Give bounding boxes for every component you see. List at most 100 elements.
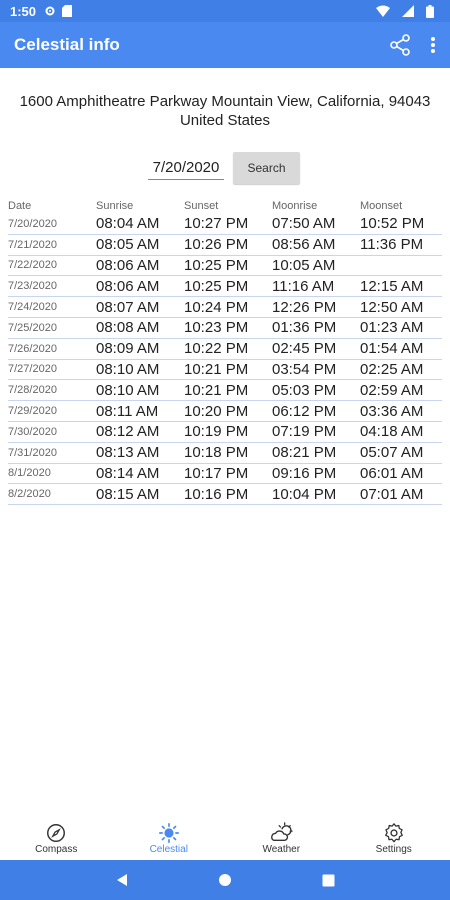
home-icon[interactable] — [218, 873, 232, 887]
cell-moonset: 01:54 AM — [360, 340, 424, 358]
nav-item-weather[interactable]: Weather — [225, 816, 338, 860]
cell-sunset: 10:21 PM — [184, 381, 249, 399]
cell-date: 7/23/2020 — [8, 280, 57, 293]
sd-card-status-icon — [62, 5, 73, 17]
cell-sunset: 10:18 PM — [184, 444, 249, 462]
table-row: 7/29/2020 08:11 AM 10:20 PM 06:12 PM 03:36 A… — [8, 401, 442, 422]
cell-moonset: 03:36 AM — [360, 402, 424, 420]
table-row: 7/25/2020 08:08 AM 10:23 PM 01:36 PM 01:23 A… — [8, 318, 442, 339]
cell-sunset: 10:20 PM — [184, 402, 249, 420]
cell-moonset: 07:01 AM — [360, 485, 424, 503]
cell-moonrise: 10:04 PM — [272, 485, 337, 503]
cell-sunrise: 08:05 AM — [96, 236, 160, 254]
cell-moonset: 11:36 PM — [360, 236, 424, 254]
header-sunset: Sunset — [184, 199, 219, 212]
signal-icon — [402, 5, 414, 17]
compass-icon — [45, 822, 67, 844]
gear-icon — [383, 822, 405, 844]
table-row: 7/30/2020 08:12 AM 10:19 PM 07:19 PM 04:18 A… — [8, 422, 442, 443]
location-address: 1600 Amphitheatre Parkway Mountain View,… — [0, 92, 450, 130]
cell-sunrise: 08:12 AM — [96, 423, 160, 441]
table-header: Date Sunrise Sunset Moonrise Moonset — [8, 197, 442, 214]
cell-date: 7/20/2020 — [8, 217, 57, 230]
cell-date: 7/22/2020 — [8, 259, 57, 272]
more-options-icon[interactable] — [430, 35, 436, 55]
cell-sunrise: 08:06 AM — [96, 277, 160, 295]
cell-sunrise: 08:08 AM — [96, 319, 160, 337]
table-row: 7/20/2020 08:04 AM 10:27 PM 07:50 AM 10:52 P… — [8, 214, 442, 235]
table-row: 7/21/2020 08:05 AM 10:26 PM 08:56 AM 11:36 P… — [8, 235, 442, 256]
cell-date: 7/31/2020 — [8, 446, 57, 459]
cell-date: 7/29/2020 — [8, 405, 57, 418]
cell-sunrise: 08:06 AM — [96, 256, 160, 274]
cell-sunset: 10:17 PM — [184, 464, 249, 482]
table-row: 7/26/2020 08:09 AM 10:22 PM 02:45 PM 01:54 A… — [8, 339, 442, 360]
cell-sunrise: 08:10 AM — [96, 360, 160, 378]
table-row: 7/23/2020 08:06 AM 10:25 PM 11:16 AM 12:15 A… — [8, 276, 442, 298]
table-row: 7/27/2020 08:10 AM 10:21 PM 03:54 PM 02:25 A… — [8, 360, 442, 381]
cell-sunrise: 08:07 AM — [96, 298, 160, 316]
table-row: 7/31/2020 08:13 AM 10:18 PM 08:21 PM 05:07 A… — [8, 443, 442, 464]
bottom-navigation: Compass Celestial Weather Settings — [0, 816, 450, 860]
cell-moonset: 12:50 AM — [360, 298, 424, 316]
header-date: Date — [8, 199, 32, 212]
cell-moonrise: 12:26 PM — [272, 298, 337, 316]
cell-moonset: 05:07 AM — [360, 444, 424, 462]
cell-moonset: 10:52 PM — [360, 215, 425, 233]
cell-sunset: 10:26 PM — [184, 236, 249, 254]
cell-date: 7/28/2020 — [8, 384, 57, 397]
cell-moonset: 02:25 AM — [360, 360, 424, 378]
search-row: Search — [0, 152, 450, 184]
nav-label-settings: Settings — [375, 843, 412, 855]
battery-icon — [426, 4, 434, 18]
header-sunrise: Sunrise — [96, 199, 134, 212]
cell-date: 7/24/2020 — [8, 301, 57, 314]
date-input[interactable] — [148, 156, 224, 180]
nav-item-celestial[interactable]: Celestial — [113, 816, 226, 860]
share-icon[interactable] — [388, 33, 412, 57]
cell-sunrise: 08:14 AM — [96, 464, 160, 482]
cell-moonset: 12:15 AM — [360, 277, 424, 295]
cell-sunrise: 08:10 AM — [96, 381, 160, 399]
nav-label-weather: Weather — [262, 843, 301, 855]
table-row: 8/2/2020 08:15 AM 10:16 PM 10:04 PM 07:01 AM — [8, 484, 442, 506]
cell-moonrise: 10:05 AM — [272, 256, 336, 274]
cell-sunset: 10:25 PM — [184, 256, 249, 274]
cell-sunrise: 08:09 AM — [96, 340, 160, 358]
cell-date: 8/1/2020 — [8, 467, 51, 480]
header-moonrise: Moonrise — [272, 199, 318, 212]
cell-moonset: 04:18 AM — [360, 423, 424, 441]
table-row: 7/28/2020 08:10 AM 10:21 PM 05:03 PM 02:59 A… — [8, 380, 442, 402]
app-bar: Celestial info — [0, 22, 450, 68]
address-line-2: United States — [179, 112, 271, 129]
cell-sunrise: 08:11 AM — [96, 402, 159, 420]
nav-item-settings[interactable]: Settings — [338, 816, 450, 860]
nav-item-compass[interactable]: Compass — [0, 816, 113, 860]
cell-moonrise: 07:50 AM — [272, 215, 336, 233]
table-row: 7/22/2020 08:06 AM 10:25 PM 10:05 AM — [8, 256, 442, 277]
back-icon[interactable] — [115, 873, 129, 887]
cell-sunset: 10:24 PM — [184, 298, 249, 316]
search-button[interactable]: Search — [233, 152, 300, 184]
table-row: 8/1/2020 08:14 AM 10:17 PM 09:16 PM 06:01 AM — [8, 464, 442, 485]
address-line-1: 1600 Amphitheatre Parkway Mountain View,… — [19, 93, 431, 110]
cell-date: 7/27/2020 — [8, 363, 57, 376]
sun-icon — [158, 822, 180, 844]
cell-sunrise: 08:13 AM — [96, 444, 160, 462]
cell-moonrise: 08:56 AM — [272, 236, 336, 254]
cell-date: 7/21/2020 — [8, 238, 57, 251]
system-navigation-bar — [0, 860, 450, 900]
cell-date: 8/2/2020 — [8, 488, 51, 501]
cell-date: 7/25/2020 — [8, 321, 57, 334]
cell-sunset: 10:27 PM — [184, 215, 249, 233]
cell-moonset: 01:23 AM — [360, 319, 424, 337]
cell-sunset: 10:25 PM — [184, 277, 249, 295]
table-body: 7/20/2020 08:04 AM 10:27 PM 07:50 AM 10:52 P… — [8, 214, 442, 506]
recents-icon[interactable] — [322, 874, 335, 887]
cell-sunrise: 08:04 AM — [96, 215, 160, 233]
cell-moonrise: 11:16 AM — [272, 277, 335, 295]
cell-moonrise: 09:16 PM — [272, 464, 337, 482]
cell-sunset: 10:22 PM — [184, 340, 249, 358]
cell-sunrise: 08:15 AM — [96, 485, 160, 503]
cell-date: 7/30/2020 — [8, 425, 57, 438]
